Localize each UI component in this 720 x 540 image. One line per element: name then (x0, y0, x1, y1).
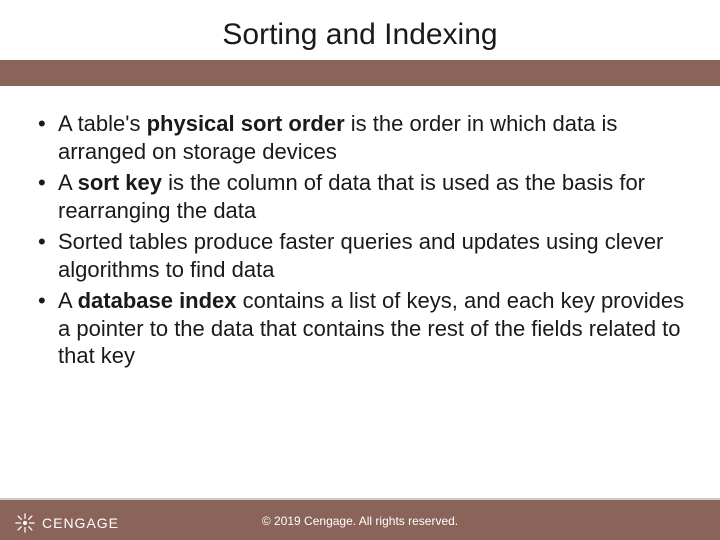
bullet-text-pre: A (58, 288, 78, 313)
bullet-item: A sort key is the column of data that is… (32, 169, 692, 224)
bullet-text-pre: A (58, 170, 78, 195)
bullet-text-bold: sort key (78, 170, 162, 195)
bullet-text-bold: physical sort order (147, 111, 345, 136)
slide: Sorting and Indexing A table's physical … (0, 0, 720, 540)
slide-title: Sorting and Indexing (0, 18, 720, 52)
bullet-text-bold: database index (78, 288, 237, 313)
title-band (0, 60, 720, 86)
bullet-item: Sorted tables produce faster queries and… (32, 228, 692, 283)
bullet-text-pre: A table's (58, 111, 147, 136)
copyright-text: © 2019 Cengage. All rights reserved. (0, 514, 720, 528)
footer-bar: CENGAGE © 2019 Cengage. All rights reser… (0, 500, 720, 540)
bullet-text-post: Sorted tables produce faster queries and… (58, 229, 663, 282)
bullet-list: A table's physical sort order is the ord… (32, 110, 692, 370)
bullet-item: A table's physical sort order is the ord… (32, 110, 692, 165)
bullet-item: A database index contains a list of keys… (32, 287, 692, 370)
body-content: A table's physical sort order is the ord… (32, 110, 692, 374)
